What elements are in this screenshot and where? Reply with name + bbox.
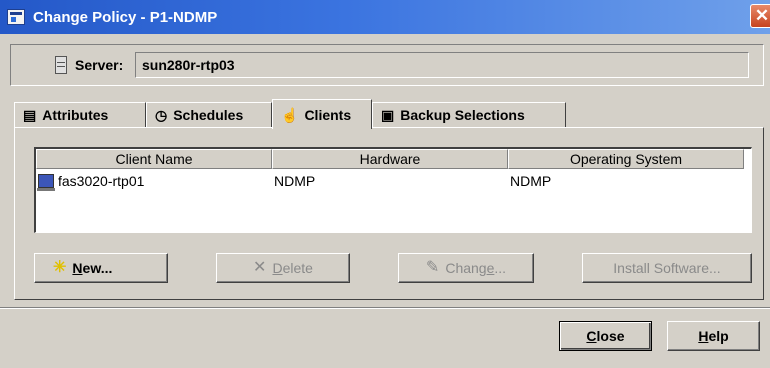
help-button-mnemonic: H: [698, 328, 709, 344]
client-name-cell: fas3020-rtp01: [37, 171, 145, 191]
window-close-icon[interactable]: ✕: [750, 4, 770, 28]
tab-backup-selections-label: Backup Selections: [400, 107, 525, 123]
operating-system-cell: NDMP: [510, 173, 552, 189]
column-header-operating-system[interactable]: Operating System: [508, 149, 744, 169]
table-row[interactable]: fas3020-rtp01 NDMP NDMP: [36, 171, 752, 191]
help-button-label: elp: [708, 328, 729, 344]
list-icon: ▤: [23, 107, 37, 123]
server-bar: Server: sun280r-rtp03: [10, 44, 764, 86]
tab-attributes-label: Attributes: [42, 107, 109, 123]
change-button-mnemonic: e: [486, 260, 495, 276]
server-icon: [55, 56, 67, 74]
tab-backup-selections[interactable]: ▣ Backup Selections: [372, 102, 566, 127]
column-header-hardware[interactable]: Hardware: [272, 149, 508, 169]
help-button[interactable]: H elp: [667, 321, 760, 351]
tab-clients-label: Clients: [304, 106, 352, 123]
computer-icon: [37, 174, 55, 191]
delete-button-mnemonic: D: [272, 260, 283, 276]
close-button-label: lose: [596, 328, 625, 344]
tab-attributes[interactable]: ▤ Attributes: [14, 102, 146, 127]
change-button-suffix: ...: [494, 260, 507, 276]
install-software-button[interactable]: Install Software...: [582, 253, 752, 283]
cursor-icon: ☝: [281, 106, 299, 123]
tab-clients[interactable]: ☝ Clients: [272, 99, 372, 129]
table-header: Client Name Hardware Operating System: [36, 149, 752, 169]
new-button-mnemonic: N: [72, 260, 83, 276]
hardware-cell: NDMP: [274, 173, 316, 189]
new-star-icon: ✳: [53, 259, 67, 276]
window-title: Change Policy - P1-NDMP: [33, 8, 218, 26]
new-button[interactable]: ✳ N ew...: [34, 253, 168, 283]
clock-icon: ◷: [155, 107, 168, 123]
close-button[interactable]: C lose: [559, 321, 652, 351]
server-label: Server:: [75, 57, 124, 73]
server-value: sun280r-rtp03: [135, 52, 749, 78]
column-header-client-name[interactable]: Client Name: [36, 149, 272, 169]
close-button-mnemonic: C: [586, 328, 597, 344]
new-button-label: ew...: [82, 260, 113, 276]
change-pencil-icon: ✎: [425, 259, 440, 276]
change-button-prefix: Chang: [445, 260, 487, 276]
title-bar: Change Policy - P1-NDMP ✕: [0, 0, 770, 34]
change-button[interactable]: ✎ Chang e ...: [398, 253, 534, 283]
delete-x-icon: ✕: [253, 259, 267, 276]
delete-button-label: elete: [282, 260, 313, 276]
tab-schedules-label: Schedules: [173, 107, 244, 123]
document-icon: ▣: [381, 107, 395, 123]
window-app-icon: [7, 9, 25, 25]
tab-schedules[interactable]: ◷ Schedules: [146, 102, 272, 127]
delete-button[interactable]: ✕ D elete: [216, 253, 350, 283]
clients-table[interactable]: Client Name Hardware Operating System fa…: [34, 147, 752, 233]
separator: [0, 307, 770, 309]
client-name-value: fas3020-rtp01: [58, 173, 145, 189]
install-software-label: Install Software...: [613, 260, 721, 276]
